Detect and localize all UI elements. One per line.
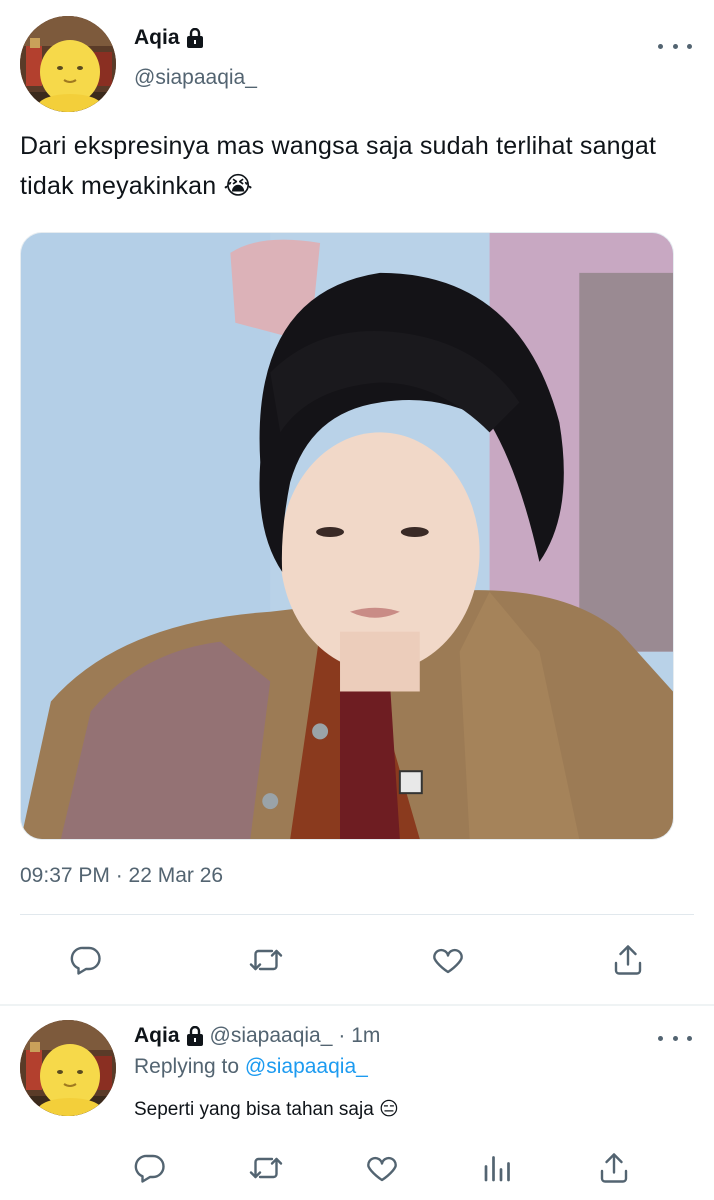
handle[interactable]: @siapaaqia_ <box>134 66 257 90</box>
tweet-media[interactable] <box>20 232 674 840</box>
reply-handle[interactable]: @siapaaqia_ <box>210 1024 333 1048</box>
reply-icon[interactable] <box>130 1148 170 1188</box>
reply-author-row: Aqia @siapaaqia_ · 1m <box>134 1024 380 1048</box>
tweet-text: Dari ekspresinya mas wangsa saja sudah t… <box>20 132 657 200</box>
retweet-icon[interactable] <box>246 940 286 980</box>
reply-display-name[interactable]: Aqia <box>134 1024 180 1048</box>
section-divider <box>0 1004 714 1006</box>
author-handle-row: @siapaaqia_ <box>134 66 257 90</box>
lock-icon <box>186 28 204 48</box>
reply-text: Seperti yang bisa tahan saja 😑 <box>134 1099 399 1120</box>
heart-icon[interactable] <box>362 1148 402 1188</box>
replying-to-label: Replying to <box>134 1055 240 1078</box>
reply-actions <box>0 1146 714 1200</box>
avatar-image <box>20 16 116 112</box>
tweet-photo <box>21 233 673 839</box>
bar-chart-icon[interactable] <box>478 1148 518 1188</box>
replying-to: Replying to @siapaaqia_ <box>134 1055 368 1079</box>
replying-to-handle[interactable]: @siapaaqia_ <box>245 1055 368 1078</box>
share-icon[interactable] <box>594 1148 634 1188</box>
tweet-timestamp[interactable]: 09:37 PM · 22 Mar 26 <box>20 864 223 888</box>
reply-icon[interactable] <box>66 940 106 980</box>
lock-icon <box>186 1026 204 1046</box>
tweet-actions <box>0 930 714 990</box>
share-icon[interactable] <box>608 940 648 980</box>
reply-avatar[interactable] <box>20 1020 116 1116</box>
divider <box>20 914 694 915</box>
more-options-icon[interactable] <box>658 36 692 56</box>
avatar[interactable] <box>20 16 116 112</box>
author-row: Aqia <box>134 26 204 50</box>
display-name[interactable]: Aqia <box>134 26 180 50</box>
retweet-icon[interactable] <box>246 1148 286 1188</box>
avatar-image <box>20 1020 116 1116</box>
heart-icon[interactable] <box>428 940 468 980</box>
reply-time[interactable]: · 1m <box>338 1024 380 1048</box>
reply-more-options-icon[interactable] <box>658 1028 692 1048</box>
